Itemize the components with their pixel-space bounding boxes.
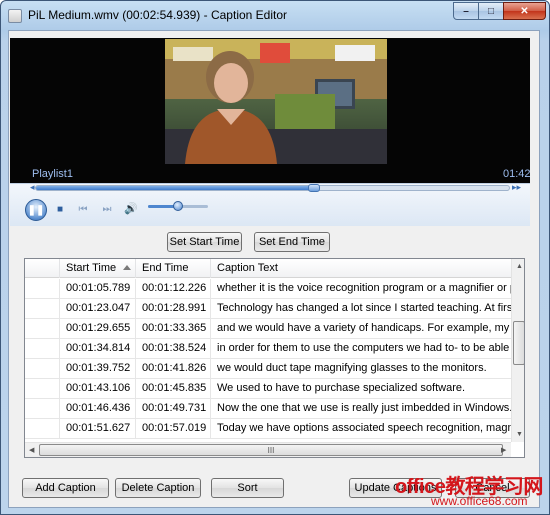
scroll-down-icon[interactable]: ▼: [516, 431, 523, 438]
table-row[interactable]: 00:01:43.106 00:01:45.835 We used to hav…: [25, 379, 511, 399]
volume-thumb[interactable]: [173, 201, 183, 211]
start-time-cell[interactable]: 00:01:29.655: [60, 319, 136, 339]
seek-bar-fill: [36, 186, 316, 190]
row-selector[interactable]: [25, 359, 60, 379]
title-bar[interactable]: PiL Medium.wmv (00:02:54.939) - Caption …: [1, 1, 549, 31]
seek-bar[interactable]: [35, 185, 510, 191]
seek-thumb[interactable]: [308, 184, 320, 192]
row-selector[interactable]: [25, 279, 60, 299]
scroll-left-icon[interactable]: ◀: [29, 446, 34, 454]
start-time-cell[interactable]: 00:01:46.436: [60, 399, 136, 419]
scroll-grip: III: [267, 445, 275, 455]
next-icon[interactable]: ⏭: [100, 202, 114, 216]
minimize-button[interactable]: –: [453, 2, 479, 20]
table-row[interactable]: 00:01:46.436 00:01:49.731 Now the one th…: [25, 399, 511, 419]
horizontal-scroll-thumb[interactable]: III: [39, 444, 503, 456]
end-time-cell[interactable]: 00:01:28.991: [136, 299, 211, 319]
table-header: Start Time End Time Caption Text: [25, 259, 511, 278]
sort-ascending-icon: [123, 265, 131, 270]
end-time-cell[interactable]: 00:01:33.365: [136, 319, 211, 339]
captions-table[interactable]: Start Time End Time Caption Text 00:01:0…: [24, 258, 525, 458]
volume-fill: [148, 205, 175, 208]
caption-text-cell[interactable]: we would duct tape magnifying glasses to…: [211, 359, 511, 379]
table-row[interactable]: 00:01:51.627 00:01:57.019 Today we have …: [25, 419, 511, 439]
watermark: office教程学习网 www.office68.com: [395, 470, 545, 510]
column-header-end-time[interactable]: End Time: [136, 259, 211, 278]
pause-icon[interactable]: ❚❚: [25, 199, 47, 221]
video-frame[interactable]: [165, 39, 387, 164]
caption-text-cell[interactable]: in order for them to use the computers w…: [211, 339, 511, 359]
set-start-time-button[interactable]: Set Start Time: [167, 232, 242, 252]
caption-text-cell[interactable]: Now the one that we use is really just i…: [211, 399, 511, 419]
column-header-caption-text[interactable]: Caption Text: [211, 259, 511, 278]
set-end-time-button[interactable]: Set End Time: [254, 232, 330, 252]
start-time-cell[interactable]: 00:01:43.106: [60, 379, 136, 399]
vertical-scrollbar[interactable]: ▲ ▼: [511, 259, 524, 442]
caption-text-cell[interactable]: and we would have a variety of handicaps…: [211, 319, 511, 339]
close-button[interactable]: ✕: [503, 2, 546, 20]
row-selector[interactable]: [25, 419, 60, 439]
skip-forward-icon[interactable]: ▸▸: [512, 182, 521, 193]
sort-button[interactable]: Sort: [211, 478, 284, 498]
delete-caption-button[interactable]: Delete Caption: [115, 478, 201, 498]
add-caption-button[interactable]: Add Caption: [22, 478, 109, 498]
row-selector[interactable]: [25, 399, 60, 419]
horizontal-scrollbar[interactable]: ◀ III ▶: [25, 442, 511, 457]
table-row[interactable]: 00:01:39.752 00:01:41.826 we would duct …: [25, 359, 511, 379]
watermark-url: www.office68.com: [431, 494, 528, 508]
caption-text-cell[interactable]: Technology has changed a lot since I sta…: [211, 299, 511, 319]
start-time-cell[interactable]: 00:01:51.627: [60, 419, 136, 439]
end-time-cell[interactable]: 00:01:45.835: [136, 379, 211, 399]
window-title: PiL Medium.wmv (00:02:54.939) - Caption …: [28, 8, 288, 22]
row-header-corner: [25, 259, 60, 278]
start-time-cell[interactable]: 00:01:34.814: [60, 339, 136, 359]
vertical-scroll-thumb[interactable]: [513, 321, 524, 365]
end-time-cell[interactable]: 00:01:41.826: [136, 359, 211, 379]
row-selector[interactable]: [25, 379, 60, 399]
table-row[interactable]: 00:01:23.047 00:01:28.991 Technology has…: [25, 299, 511, 319]
elapsed-time: 01:42: [503, 168, 531, 180]
end-time-cell[interactable]: 00:01:57.019: [136, 419, 211, 439]
end-time-cell[interactable]: 00:01:12.226: [136, 279, 211, 299]
start-time-cell[interactable]: 00:01:39.752: [60, 359, 136, 379]
previous-icon[interactable]: ⏮: [76, 202, 90, 216]
table-row[interactable]: 00:01:34.814 00:01:38.524 in order for t…: [25, 339, 511, 359]
maximize-button[interactable]: □: [478, 2, 504, 20]
volume-icon[interactable]: 🔊: [123, 201, 139, 215]
start-time-cell[interactable]: 00:01:23.047: [60, 299, 136, 319]
caption-text-cell[interactable]: We used to have to purchase specialized …: [211, 379, 511, 399]
app-icon: [8, 9, 22, 23]
caption-text-cell[interactable]: Today we have options associated speech …: [211, 419, 511, 439]
caption-text-cell[interactable]: whether it is the voice recognition prog…: [211, 279, 511, 299]
end-time-cell[interactable]: 00:01:38.524: [136, 339, 211, 359]
stop-icon[interactable]: ■: [54, 202, 66, 216]
end-time-cell[interactable]: 00:01:49.731: [136, 399, 211, 419]
row-selector[interactable]: [25, 319, 60, 339]
playlist-label: Playlist1: [32, 168, 73, 180]
video-still: [165, 39, 387, 164]
scroll-right-icon[interactable]: ▶: [501, 446, 506, 454]
scroll-up-icon[interactable]: ▲: [516, 263, 523, 270]
row-selector[interactable]: [25, 299, 60, 319]
row-selector[interactable]: [25, 339, 60, 359]
table-row[interactable]: 00:01:05.789 00:01:12.226 whether it is …: [25, 279, 511, 299]
start-time-cell[interactable]: 00:01:05.789: [60, 279, 136, 299]
table-row[interactable]: 00:01:29.655 00:01:33.365 and we would h…: [25, 319, 511, 339]
